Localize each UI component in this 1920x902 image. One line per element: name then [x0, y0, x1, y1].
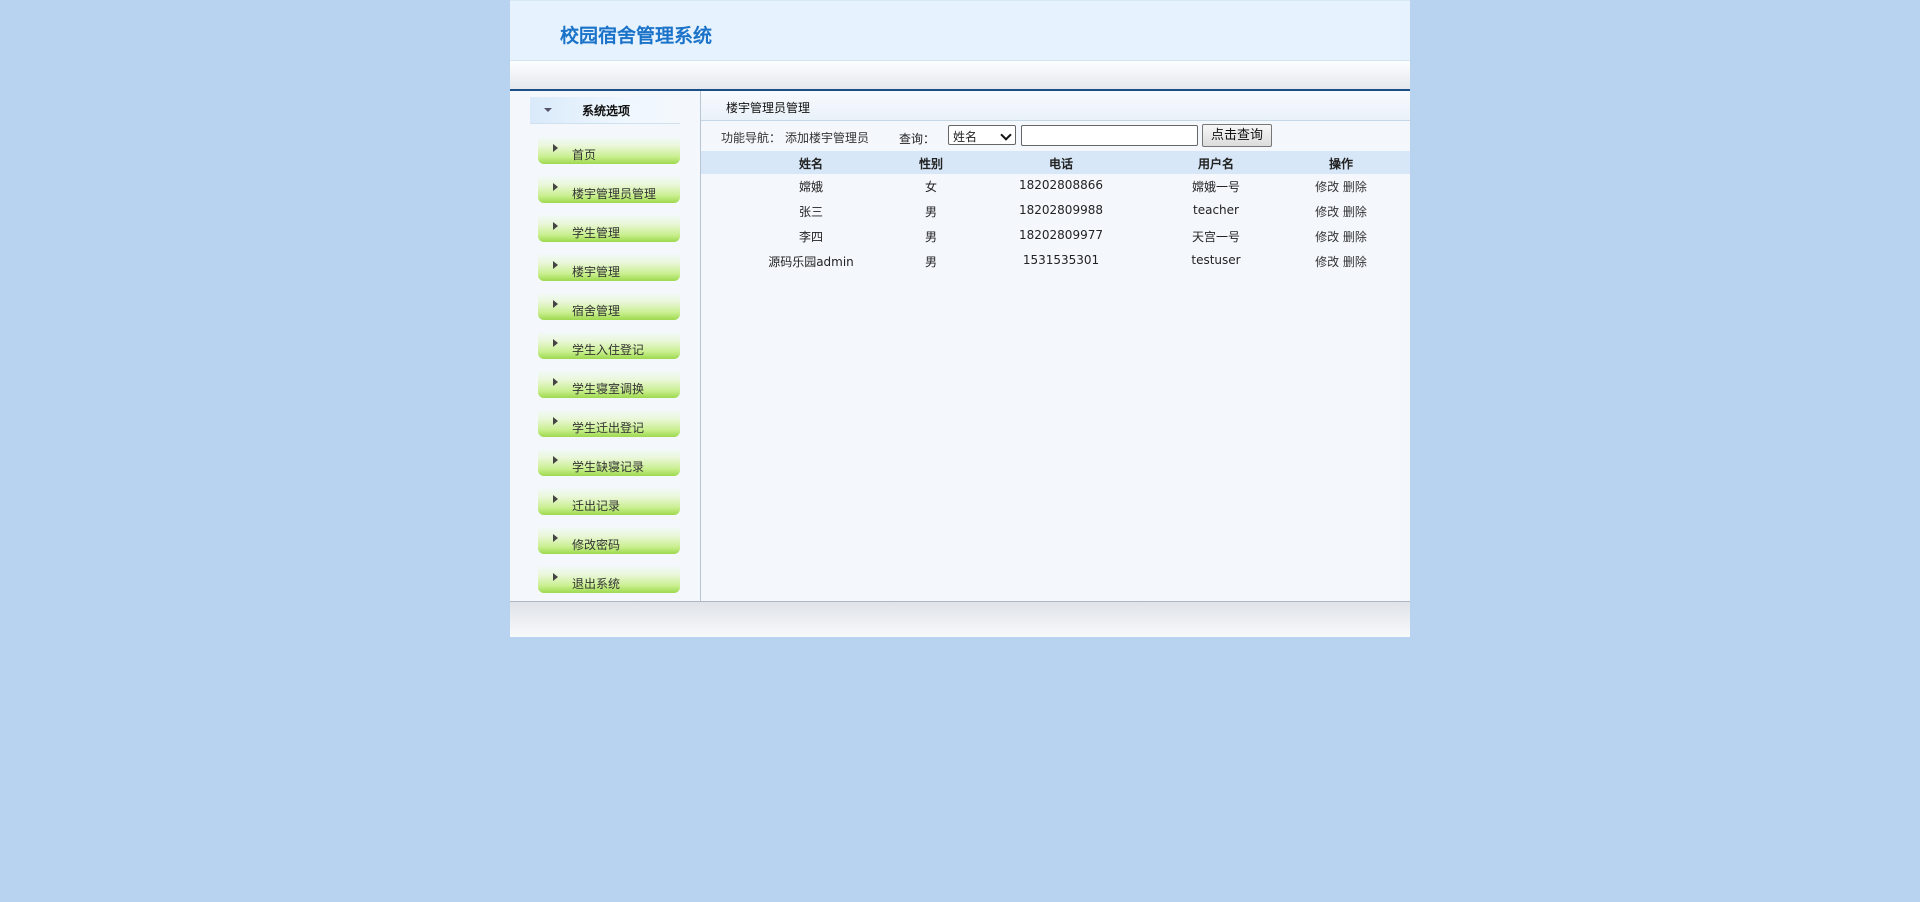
sidebar-item-absence[interactable]: 学生缺寝记录 [538, 448, 680, 476]
cell-gender: 男 [901, 228, 961, 245]
edit-link[interactable]: 修改 [1315, 255, 1339, 269]
sidebar-item-label: 楼宇管理 [572, 263, 620, 280]
sidebar-item-label: 学生迁出登记 [572, 419, 644, 436]
column-header-name: 姓名 [751, 155, 871, 172]
cell-actions: 修改 删除 [1301, 203, 1381, 220]
cell-actions: 修改 删除 [1301, 228, 1381, 245]
cell-name: 李四 [751, 228, 871, 245]
query-field-value: 姓名 [953, 128, 977, 145]
collapse-triangle-icon [544, 108, 552, 112]
add-building-admin-link[interactable]: 添加楼宇管理员 [785, 129, 869, 146]
arrow-right-icon [553, 495, 558, 503]
cell-username: 天宫一号 [1156, 228, 1276, 245]
cell-name: 嫦娥 [751, 178, 871, 195]
cell-phone: 18202808866 [1001, 178, 1121, 192]
arrow-right-icon [553, 261, 558, 269]
table-row: 源码乐园admin 男 1531535301 testuser 修改 删除 [701, 249, 1410, 274]
sidebar-item-label: 楼宇管理员管理 [572, 185, 656, 202]
cell-name: 张三 [751, 203, 871, 220]
sidebar-item-logout[interactable]: 退出系统 [538, 565, 680, 593]
table-header-row: 姓名 性别 电话 用户名 操作 [701, 151, 1410, 174]
cell-name: 源码乐园admin [751, 253, 871, 270]
edit-link[interactable]: 修改 [1315, 180, 1339, 194]
query-input[interactable] [1021, 125, 1198, 146]
edit-link[interactable]: 修改 [1315, 205, 1339, 219]
sidebar-item-label: 首页 [572, 146, 596, 163]
sidebar-header[interactable]: 系统选项 [530, 97, 680, 124]
cell-phone: 1531535301 [1001, 253, 1121, 267]
sidebar-item-students[interactable]: 学生管理 [538, 214, 680, 242]
app-title: 校园宿舍管理系统 [560, 21, 712, 48]
cell-actions: 修改 删除 [1301, 178, 1381, 195]
arrow-right-icon [553, 456, 558, 464]
arrow-right-icon [553, 534, 558, 542]
sidebar-item-room-swap[interactable]: 学生寝室调换 [538, 370, 680, 398]
table-row: 张三 男 18202809988 teacher 修改 删除 [701, 199, 1410, 224]
column-header-phone: 电话 [1001, 155, 1121, 172]
sidebar-item-moveout-records[interactable]: 迁出记录 [538, 487, 680, 515]
sidebar-item-checkin[interactable]: 学生入住登记 [538, 331, 680, 359]
delete-link[interactable]: 删除 [1343, 180, 1367, 194]
sidebar-item-label: 退出系统 [572, 575, 620, 592]
main-title-bar: 楼宇管理员管理 [701, 91, 1410, 121]
sidebar-header-label: 系统选项 [582, 102, 630, 119]
header-divider-bar [510, 61, 1410, 91]
cell-gender: 女 [901, 178, 961, 195]
main-content: 楼宇管理员管理 功能导航： 添加楼宇管理员 查询： 姓名 点击查询 姓名 性别 … [701, 91, 1410, 601]
cell-actions: 修改 删除 [1301, 253, 1381, 270]
delete-link[interactable]: 删除 [1343, 205, 1367, 219]
sidebar: 系统选项 首页 楼宇管理员管理 学生管理 楼宇管理 宿舍管理 学生入住登记 [510, 91, 701, 601]
arrow-right-icon [553, 339, 558, 347]
cell-phone: 18202809977 [1001, 228, 1121, 242]
function-nav-label: 功能导航： [721, 129, 781, 146]
sidebar-item-label: 学生缺寝记录 [572, 458, 644, 475]
sidebar-item-dorms[interactable]: 宿舍管理 [538, 292, 680, 320]
column-header-username: 用户名 [1156, 155, 1276, 172]
page-title: 楼宇管理员管理 [726, 99, 810, 116]
sidebar-item-home[interactable]: 首页 [538, 136, 680, 164]
cell-username: testuser [1156, 253, 1276, 267]
arrow-right-icon [553, 573, 558, 581]
sidebar-item-building-admin[interactable]: 楼宇管理员管理 [538, 175, 680, 203]
arrow-right-icon [553, 378, 558, 386]
query-button[interactable]: 点击查询 [1202, 124, 1272, 147]
sidebar-item-checkout[interactable]: 学生迁出登记 [538, 409, 680, 437]
app-header: 校园宿舍管理系统 [510, 0, 1410, 61]
sidebar-item-label: 宿舍管理 [572, 302, 620, 319]
cell-phone: 18202809988 [1001, 203, 1121, 217]
cell-gender: 男 [901, 253, 961, 270]
arrow-right-icon [553, 300, 558, 308]
arrow-right-icon [553, 417, 558, 425]
table-row: 李四 男 18202809977 天宫一号 修改 删除 [701, 224, 1410, 249]
cell-username: 嫦娥一号 [1156, 178, 1276, 195]
column-header-actions: 操作 [1301, 155, 1381, 172]
arrow-right-icon [553, 183, 558, 191]
table-row: 嫦娥 女 18202808866 嫦娥一号 修改 删除 [701, 174, 1410, 199]
arrow-right-icon [553, 144, 558, 152]
sidebar-item-change-password[interactable]: 修改密码 [538, 526, 680, 554]
sidebar-item-label: 学生寝室调换 [572, 380, 644, 397]
app-footer [510, 601, 1410, 637]
sidebar-item-buildings[interactable]: 楼宇管理 [538, 253, 680, 281]
sidebar-item-label: 学生入住登记 [572, 341, 644, 358]
column-header-gender: 性别 [901, 155, 961, 172]
sidebar-item-label: 迁出记录 [572, 497, 620, 514]
query-field-select[interactable]: 姓名 [948, 125, 1016, 145]
cell-username: teacher [1156, 203, 1276, 217]
toolbar: 功能导航： 添加楼宇管理员 查询： 姓名 点击查询 [701, 121, 1410, 149]
delete-link[interactable]: 删除 [1343, 230, 1367, 244]
sidebar-item-label: 学生管理 [572, 224, 620, 241]
admin-table: 姓名 性别 电话 用户名 操作 嫦娥 女 18202808866 嫦娥一号 修改… [701, 151, 1410, 274]
arrow-right-icon [553, 222, 558, 230]
sidebar-item-label: 修改密码 [572, 536, 620, 553]
app-window: 校园宿舍管理系统 系统选项 首页 楼宇管理员管理 学生管理 楼宇管理 宿舍管理 [510, 0, 1410, 636]
edit-link[interactable]: 修改 [1315, 230, 1339, 244]
delete-link[interactable]: 删除 [1343, 255, 1367, 269]
cell-gender: 男 [901, 203, 961, 220]
query-label: 查询： [899, 130, 935, 147]
chevron-down-icon [1000, 129, 1011, 140]
